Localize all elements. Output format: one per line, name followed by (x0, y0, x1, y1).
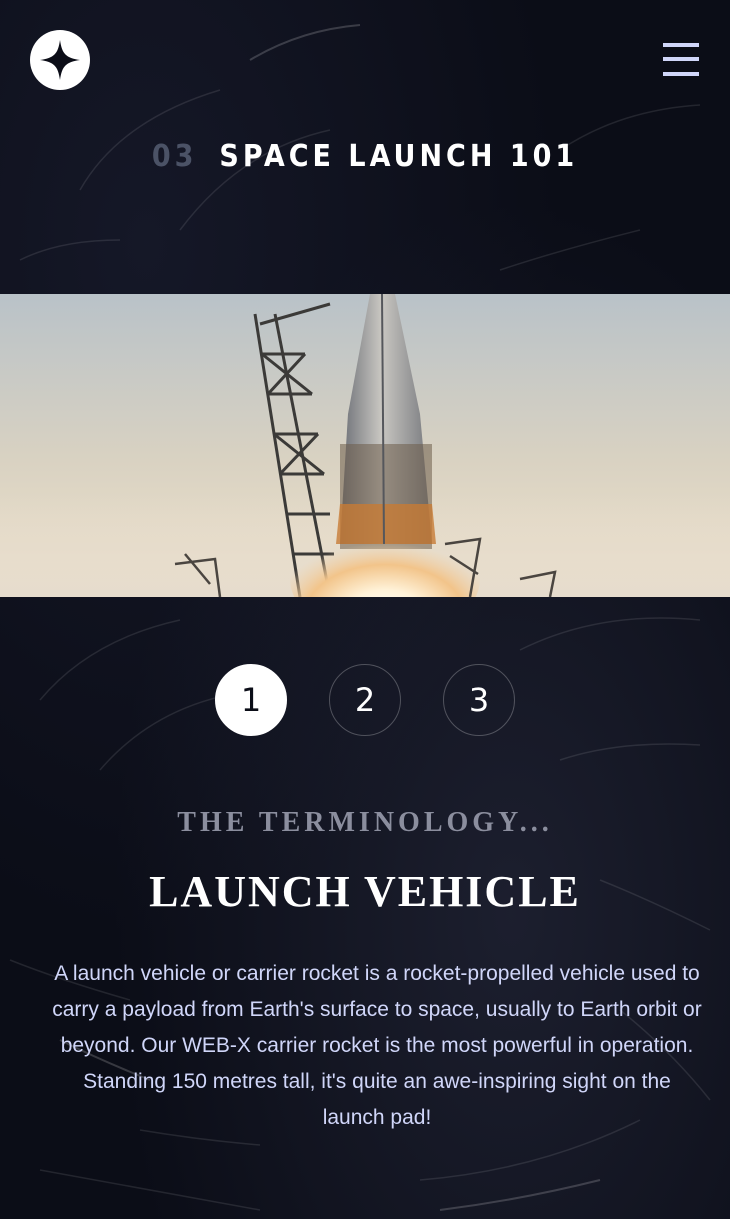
terminology-subheading: THE TERMINOLOGY... (177, 807, 553, 838)
page-number: 03 (151, 139, 198, 174)
term-description: A launch vehicle or carrier rocket is a … (52, 962, 702, 1129)
pager-button-3[interactable]: 3 (443, 664, 515, 736)
star-logo-icon[interactable] (30, 30, 90, 90)
page-title-text: SPACE LAUNCH 101 (219, 139, 579, 174)
pager-button-1[interactable]: 1 (215, 664, 287, 736)
pager-button-2[interactable]: 2 (329, 664, 401, 736)
terminology-pager: 1 2 3 (0, 664, 730, 736)
site-header (0, 0, 730, 120)
rocket-launch-image (0, 294, 730, 597)
page-title: 03 SPACE LAUNCH 101 (0, 138, 730, 176)
hamburger-menu-icon[interactable] (663, 43, 699, 76)
term-title: LAUNCH VEHICLE (149, 867, 581, 916)
